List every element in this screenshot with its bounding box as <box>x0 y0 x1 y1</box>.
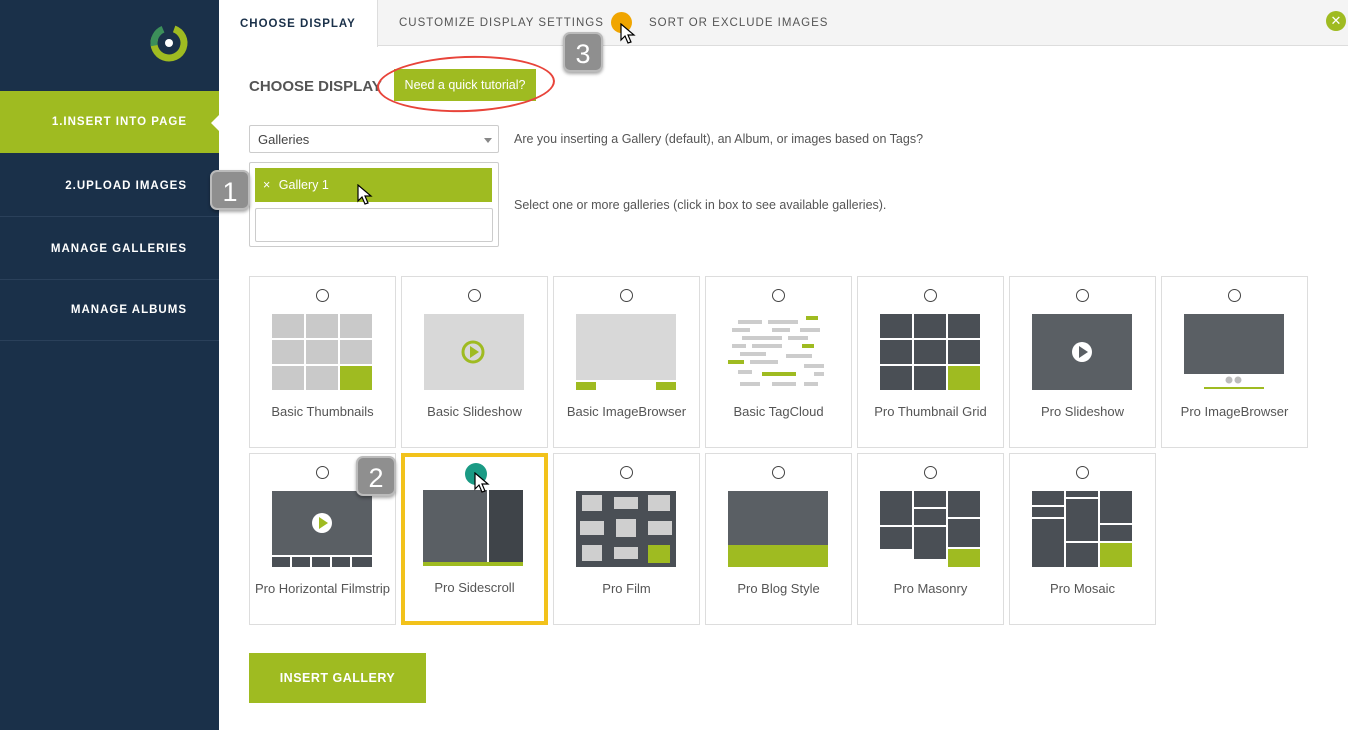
pro-masonry-icon <box>880 491 980 567</box>
sidebar: 1.INSERT INTO PAGE 2.UPLOAD IMAGES MANAG… <box>0 0 219 730</box>
display-option-basic-tagcloud[interactable]: Basic TagCloud <box>705 276 852 448</box>
basic-imagebrowser-icon <box>576 314 676 390</box>
callout-badge-2: 2 <box>356 456 396 496</box>
display-option-pro-masonry[interactable]: Pro Masonry <box>857 453 1004 625</box>
pro-horizontal-filmstrip-icon <box>272 491 372 567</box>
display-option-basic-imagebrowser[interactable]: Basic ImageBrowser <box>553 276 700 448</box>
pro-imagebrowser-icon <box>1184 314 1284 390</box>
pro-slideshow-icon <box>1032 314 1132 390</box>
gallery-multiselect[interactable]: × Gallery 1 <box>249 162 499 247</box>
callout-badge-1: 1 <box>210 170 250 210</box>
radio-button[interactable] <box>1076 466 1089 479</box>
mouse-pointer-icon <box>474 472 490 493</box>
radio-button[interactable] <box>316 466 329 479</box>
radio-button[interactable] <box>772 466 785 479</box>
basic-thumbnails-icon <box>272 314 372 390</box>
sidebar-item-manage-albums[interactable]: MANAGE ALBUMS <box>0 279 219 341</box>
pro-sidescroll-icon <box>423 490 523 566</box>
insert-gallery-button[interactable]: INSERT GALLERY <box>249 653 426 703</box>
radio-button[interactable] <box>468 289 481 302</box>
display-label: Basic Slideshow <box>427 404 522 419</box>
radio-button[interactable] <box>620 289 633 302</box>
basic-slideshow-icon <box>424 314 524 390</box>
pro-film-icon <box>576 491 676 567</box>
display-label: Pro Horizontal Filmstrip <box>254 581 391 596</box>
radio-button[interactable] <box>924 289 937 302</box>
tab-bar: CHOOSE DISPLAY CUSTOMIZE DISPLAY SETTING… <box>219 0 1348 47</box>
display-label: Basic Thumbnails <box>271 404 374 419</box>
pro-blog-style-icon <box>728 491 828 567</box>
galleries-help: Select one or more galleries (click in b… <box>514 198 887 212</box>
tab-sort-or-exclude-images[interactable]: SORT OR EXCLUDE IMAGES <box>649 0 828 46</box>
display-label: Pro Blog Style <box>737 581 820 596</box>
pro-mosaic-icon <box>1032 491 1132 567</box>
display-option-pro-mosaic[interactable]: Pro Mosaic <box>1009 453 1156 625</box>
mouse-pointer-icon <box>620 23 636 44</box>
display-label: Basic TagCloud <box>733 404 824 419</box>
display-label: Pro Thumbnail Grid <box>874 404 987 419</box>
display-label: Pro Masonry <box>893 581 968 596</box>
logo-icon <box>150 24 188 62</box>
close-icon[interactable]: ✕ <box>1326 11 1346 31</box>
gallery-search-input[interactable] <box>255 208 493 242</box>
tab-choose-display[interactable]: CHOOSE DISPLAY <box>219 0 378 47</box>
display-label: Pro Sidescroll <box>434 580 515 595</box>
display-option-basic-thumbnails[interactable]: Basic Thumbnails <box>249 276 396 448</box>
display-option-pro-film[interactable]: Pro Film <box>553 453 700 625</box>
source-type-value: Galleries <box>258 132 310 147</box>
display-option-pro-imagebrowser[interactable]: Pro ImageBrowser <box>1161 276 1308 448</box>
source-type-select[interactable]: Galleries <box>249 125 499 153</box>
display-option-pro-thumbnail-grid[interactable]: Pro Thumbnail Grid <box>857 276 1004 448</box>
sidebar-item-upload-images[interactable]: 2.UPLOAD IMAGES <box>0 155 219 217</box>
radio-button[interactable] <box>316 289 329 302</box>
sidebar-item-manage-galleries[interactable]: MANAGE GALLERIES <box>0 218 219 280</box>
radio-button[interactable] <box>620 466 633 479</box>
pro-thumbnail-grid-icon <box>880 314 980 390</box>
display-label: Basic ImageBrowser <box>566 404 687 419</box>
radio-button[interactable] <box>1228 289 1241 302</box>
page-title: CHOOSE DISPLAY <box>249 78 382 95</box>
gallery-chip[interactable]: × Gallery 1 <box>255 168 492 202</box>
radio-button[interactable] <box>1076 289 1089 302</box>
display-label: Pro Slideshow <box>1040 404 1125 419</box>
chip-remove-icon[interactable]: × <box>263 178 270 192</box>
sidebar-item-insert-into-page[interactable]: 1.INSERT INTO PAGE <box>0 91 219 153</box>
mouse-pointer-icon <box>357 184 373 205</box>
display-label: Pro Mosaic <box>1049 581 1116 596</box>
radio-button[interactable] <box>772 289 785 302</box>
display-option-basic-slideshow[interactable]: Basic Slideshow <box>401 276 548 448</box>
chevron-down-icon <box>484 138 492 143</box>
display-label: Pro ImageBrowser <box>1180 404 1289 419</box>
basic-tagcloud-icon <box>728 316 824 386</box>
annotation-oval <box>376 52 556 116</box>
radio-button[interactable] <box>924 466 937 479</box>
chip-label: Gallery 1 <box>278 178 329 192</box>
display-label: Pro Film <box>602 581 651 596</box>
display-option-pro-slideshow[interactable]: Pro Slideshow <box>1009 276 1156 448</box>
source-type-help: Are you inserting a Gallery (default), a… <box>514 132 924 146</box>
display-option-pro-blog-style[interactable]: Pro Blog Style <box>705 453 852 625</box>
callout-badge-3: 3 <box>563 32 603 72</box>
